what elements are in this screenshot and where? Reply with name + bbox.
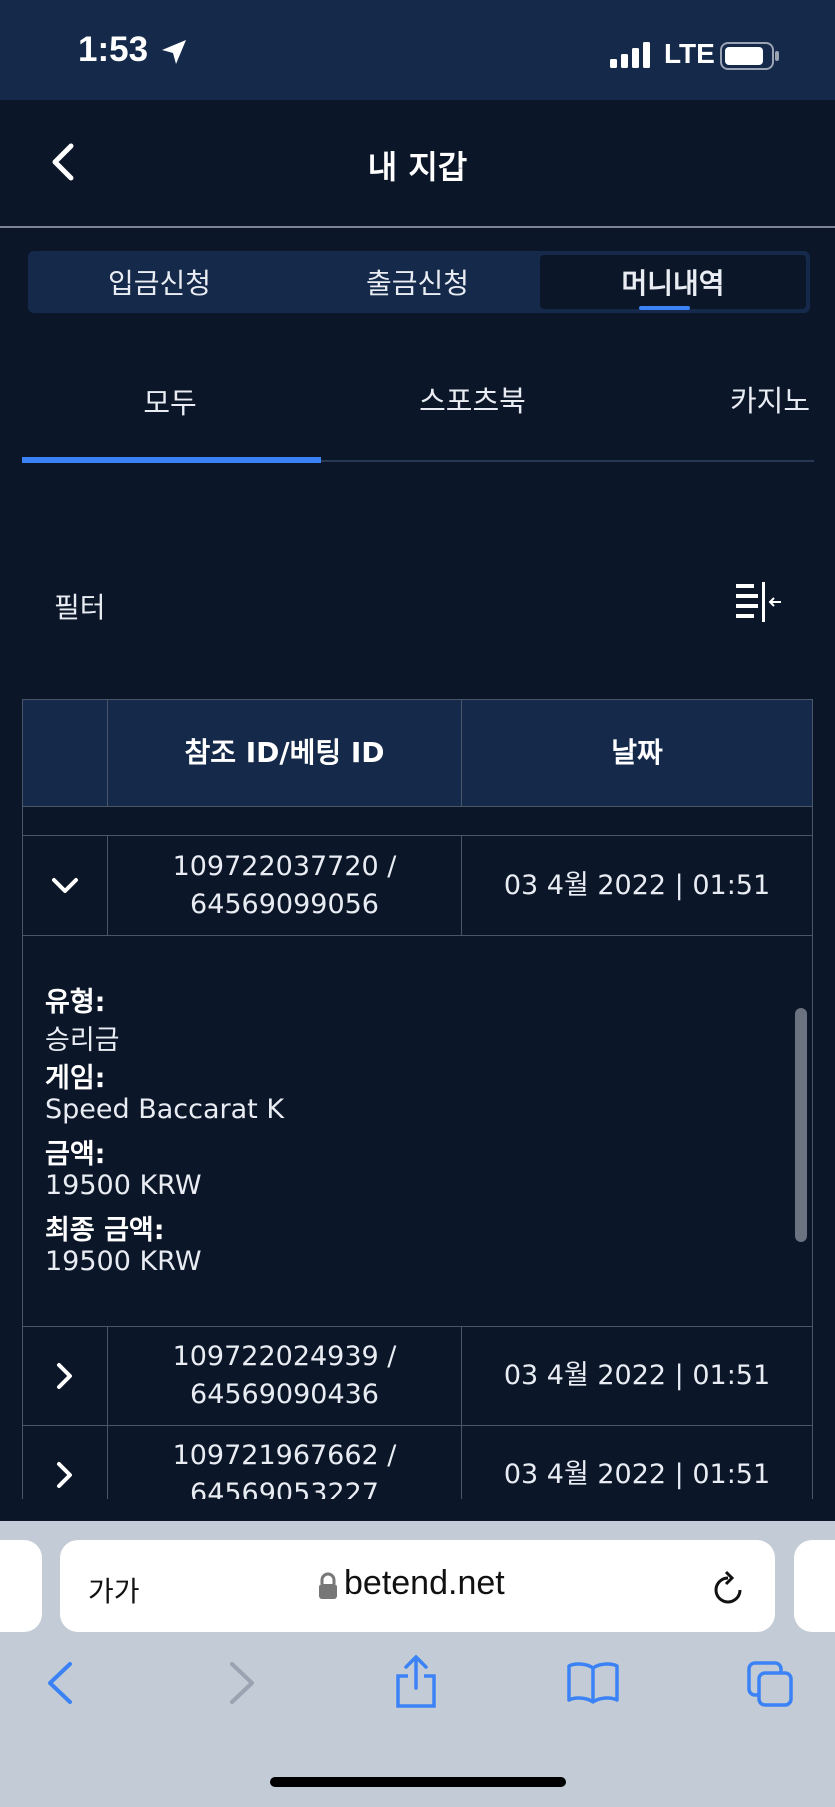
next-tab-preview[interactable] <box>794 1540 835 1632</box>
location-arrow-icon <box>160 38 188 70</box>
money-history-table: 참조 ID/베팅 ID 날짜 109722037720 / 6456909905… <box>22 699 813 1499</box>
detail-game-label: 게임: <box>45 1063 106 1094</box>
row-expand-toggle[interactable] <box>22 1425 108 1499</box>
tabs-button[interactable] <box>746 1660 796 1714</box>
row-expand-toggle[interactable] <box>22 1326 108 1426</box>
detail-game-value: Speed Baccarat K <box>45 1094 285 1125</box>
active-subtab-indicator <box>22 457 321 463</box>
table-row-date: 03 4월 2022 | 01:51 <box>461 1326 813 1426</box>
tab-money-history[interactable]: 머니내역 <box>540 255 806 309</box>
subtab-all[interactable]: 모두 <box>0 380 340 422</box>
share-icon <box>396 1654 436 1708</box>
table-row-partial <box>22 806 813 836</box>
detail-type-value: 승리금 <box>45 1025 120 1056</box>
share-button[interactable] <box>394 1654 438 1714</box>
row-detail-panel: 유형: 승리금 게임: Speed Baccarat K 금액: 19500 K… <box>22 935 813 1327</box>
network-type: LTE <box>664 38 715 69</box>
ref-id: 109722037720 / <box>172 850 397 882</box>
cellular-signal-icon <box>610 42 652 72</box>
battery-icon <box>720 42 780 74</box>
url-text: betend.net <box>344 1564 505 1602</box>
detail-amount-value: 19500 KRW <box>45 1170 202 1201</box>
chevron-right-icon <box>57 1363 72 1389</box>
browser-forward-button[interactable] <box>226 1660 258 1710</box>
table-row-ref: 109722037720 / 64569099056 <box>107 835 462 936</box>
table-header-expand <box>22 699 108 807</box>
chevron-down-icon <box>52 877 78 893</box>
reload-icon[interactable] <box>710 1568 746 1612</box>
detail-final-amount-value: 19500 KRW <box>45 1246 202 1277</box>
previous-tab-preview[interactable] <box>0 1540 42 1632</box>
active-segment-indicator <box>639 306 690 310</box>
table-row-date: 03 4월 2022 | 01:51 <box>461 835 813 936</box>
wallet-segment-control: 입금신청 출금신청 머니내역 <box>28 251 810 313</box>
ref-id: 109721967662 / <box>172 1440 397 1471</box>
filter-label: 필터 <box>54 591 106 624</box>
page-title: 내 지갑 <box>367 148 468 186</box>
ref-id: 109722024939 / <box>172 1341 397 1372</box>
text-size-button[interactable]: 가가 <box>88 1570 140 1610</box>
filter-icon[interactable] <box>736 582 782 628</box>
book-icon <box>567 1662 619 1704</box>
table-header-ref-id: 참조 ID/베팅 ID <box>107 699 462 807</box>
browser-back-button[interactable] <box>44 1660 76 1710</box>
status-time: 1:53 <box>78 30 149 69</box>
chevron-right-icon <box>230 1662 254 1704</box>
detail-type-label: 유형: <box>45 987 106 1018</box>
table-row-date: 03 4월 2022 | 01:51 <box>461 1425 813 1499</box>
lock-icon <box>318 1572 338 1604</box>
chevron-right-icon <box>57 1462 72 1488</box>
detail-amount-label: 금액: <box>45 1139 106 1170</box>
detail-final-amount-label: 최종 금액: <box>45 1215 165 1246</box>
tabs-icon <box>747 1661 793 1707</box>
bet-id: 64569099056 <box>190 888 379 920</box>
bet-id: 64569090436 <box>190 1379 379 1410</box>
row-collapse-toggle[interactable] <box>22 835 108 936</box>
subtab-casino[interactable]: 카지노 <box>730 378 810 420</box>
tab-withdraw-request[interactable]: 출금신청 <box>290 255 545 309</box>
detail-scrollbar[interactable] <box>795 1008 807 1242</box>
home-indicator[interactable] <box>270 1777 566 1787</box>
subtab-sportsbook[interactable]: 스포츠북 <box>340 378 605 420</box>
table-row-ref: 109722024939 / 64569090436 <box>107 1326 462 1426</box>
bookmarks-button[interactable] <box>566 1660 620 1710</box>
table-row-ref: 109721967662 / 64569053227 <box>107 1425 462 1499</box>
chevron-left-icon <box>48 1662 72 1704</box>
table-header-date: 날짜 <box>461 699 813 807</box>
tab-deposit-request[interactable]: 입금신청 <box>32 255 287 309</box>
bet-id: 64569053227 <box>190 1478 379 1499</box>
